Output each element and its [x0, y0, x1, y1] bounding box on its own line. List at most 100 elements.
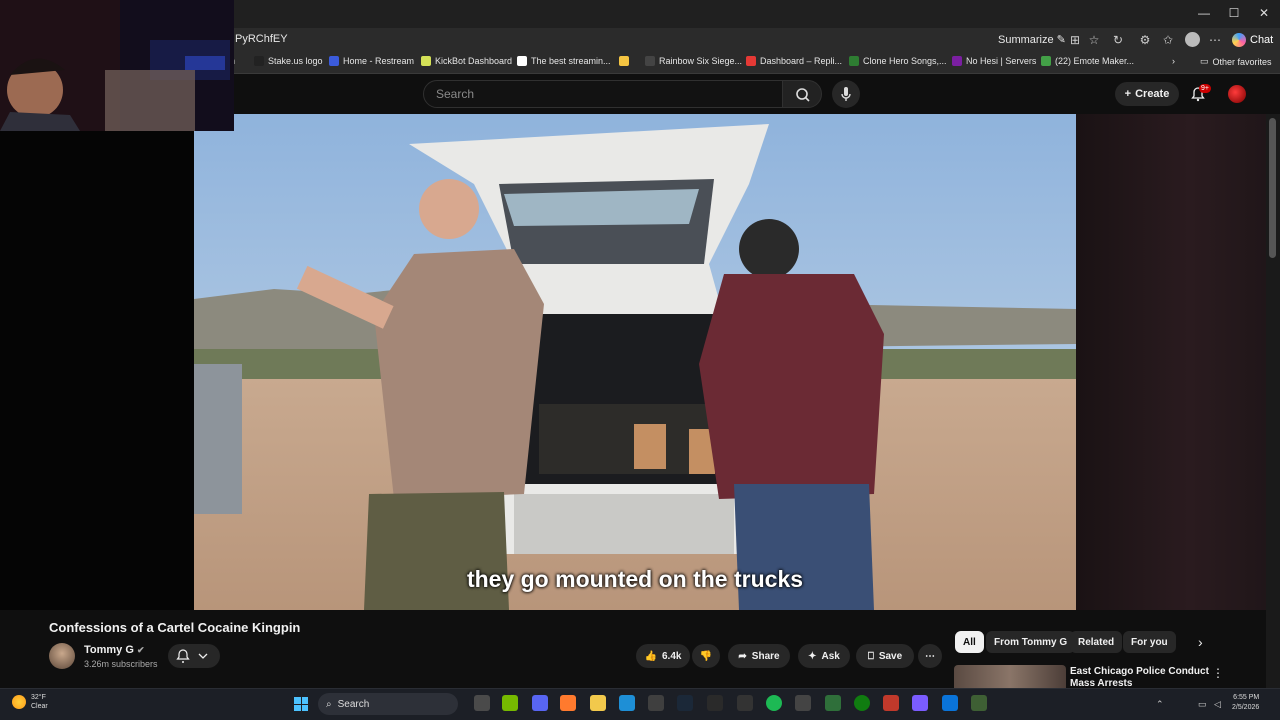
subscription-notifications-button[interactable]	[168, 644, 220, 668]
bell-chevron-icon	[176, 649, 208, 663]
bookmark-label: Clone Hero Songs,...	[863, 56, 947, 66]
taskbar-search[interactable]: ⌕ Search	[318, 693, 458, 715]
more-actions-button[interactable]: ⋯	[918, 644, 942, 668]
close-button[interactable]: ✕	[1252, 6, 1276, 20]
edge-browser-icon[interactable]	[619, 695, 635, 711]
thumbs-down-icon: 👎	[699, 650, 713, 662]
recommendation-title[interactable]: East Chicago Police Conduct Mass Arrests	[1070, 666, 1210, 688]
nvidia-app-icon[interactable]	[502, 695, 518, 711]
chip-all[interactable]: All	[955, 631, 984, 653]
recommendation-thumbnail[interactable]	[954, 665, 1066, 688]
verified-check-icon: ✔	[136, 645, 145, 655]
share-button[interactable]: ➦ Share	[728, 644, 790, 668]
bookmark-item[interactable]: (22) Emote Maker...	[1041, 56, 1134, 66]
bookmark-favicon	[952, 56, 962, 66]
video-caption: they go mounted on the trucks	[466, 566, 804, 592]
clock-date: 2/5/2026	[1232, 704, 1260, 711]
weather-widget[interactable]: 32°F Clear	[12, 693, 48, 711]
profile-avatar[interactable]	[1185, 32, 1200, 47]
bookmark-item[interactable]: Rainbow Six Siege...	[645, 56, 742, 66]
clock-time: 6:55 PM	[1233, 694, 1260, 701]
like-button[interactable]: 👍 6.4k	[636, 644, 690, 668]
notifications-badge: 9+	[1199, 84, 1211, 93]
windows-start-icon[interactable]	[294, 697, 308, 711]
pinned-b-app-icon[interactable]	[825, 695, 841, 711]
bookmark-label: Stake.us logo	[268, 56, 323, 66]
more-menu-icon[interactable]: ⋯	[1208, 33, 1222, 47]
bookmark-item[interactable]: Dashboard – Repli...	[746, 56, 842, 66]
channel-avatar[interactable]	[49, 643, 75, 669]
create-button[interactable]: + Create	[1115, 82, 1179, 106]
search-input[interactable]	[436, 87, 766, 101]
dislike-button[interactable]: 👎	[692, 644, 720, 668]
bookmark-label: Home - Restream	[343, 56, 415, 66]
bookmark-item[interactable]: KickBot Dashboard	[421, 56, 512, 66]
refresh-icon[interactable]: ↻	[1111, 33, 1125, 47]
bookmarks-overflow-chevron-icon[interactable]: ›	[1172, 56, 1175, 66]
minimize-button[interactable]: —	[1192, 6, 1216, 20]
pinned-purple-app-icon[interactable]	[912, 695, 928, 711]
bookmark-item[interactable]: Stake.us logo	[254, 56, 323, 66]
favorites-icon[interactable]: ✩	[1161, 33, 1175, 47]
user-avatar[interactable]	[1228, 85, 1246, 103]
more-dots-icon: ⋯	[925, 650, 935, 662]
maximize-button[interactable]: ☐	[1222, 6, 1246, 20]
discord-app-icon[interactable]	[532, 695, 548, 711]
search-button[interactable]	[782, 80, 822, 108]
thumbs-up-icon: 👍	[644, 650, 657, 662]
url-text[interactable]: PyRChfEY	[235, 33, 288, 45]
bookmark-item[interactable]: The best streamin...	[517, 56, 611, 66]
pinned-green-app-icon[interactable]	[971, 695, 987, 711]
ask-button[interactable]: ✦ Ask	[798, 644, 850, 668]
settings-app-icon[interactable]	[737, 695, 753, 711]
screen: — ☐ ✕ PyRChfEY Summarize ✎ ⊞ ☆ ↻ ⚙ ✩ ⋯ C…	[0, 0, 1280, 720]
chip-related[interactable]: Related	[1070, 631, 1123, 653]
xbox-app-icon[interactable]	[854, 695, 870, 711]
steam-app-icon[interactable]	[677, 695, 693, 711]
taskbar-clock[interactable]: 6:55 PM 2/5/2026	[1232, 693, 1259, 713]
scrollbar-thumb[interactable]	[1269, 118, 1276, 258]
bookmark-item[interactable]	[619, 56, 629, 66]
bookmark-item[interactable]: Home - Restream	[329, 56, 414, 66]
spotify-app-icon[interactable]	[766, 695, 782, 711]
sun-weather-icon	[12, 695, 26, 709]
sparkle-icon: ✦	[808, 650, 817, 662]
store-app-icon[interactable]	[648, 695, 664, 711]
video-player[interactable]	[194, 114, 1076, 610]
copilot-chat-button[interactable]: Chat	[1232, 31, 1273, 49]
other-favorites[interactable]: ▭ Other favorites	[1200, 56, 1272, 67]
video-downloader-app-icon[interactable]	[795, 695, 811, 711]
left-letterbox	[0, 114, 194, 610]
chip-for-you[interactable]: For you	[1123, 631, 1176, 653]
bookmark-label: Dashboard – Repli...	[760, 56, 843, 66]
share-label: Share	[751, 650, 780, 662]
pinned-red-app-icon[interactable]	[883, 695, 899, 711]
volume-icon[interactable]: ◁	[1214, 699, 1221, 710]
file-explorer-icon[interactable]	[590, 695, 606, 711]
extensions-icon[interactable]: ⚙	[1138, 33, 1152, 47]
taskbar-search-icon: ⌕	[326, 698, 332, 710]
subscriber-count: 3.26m subscribers	[84, 659, 158, 669]
save-button[interactable]: ⎕ Save	[856, 644, 914, 668]
tray-chevron-icon[interactable]: ⌃	[1156, 699, 1164, 710]
channel-name[interactable]: Tommy G ✔	[84, 644, 145, 656]
weather-temp: 32°F	[31, 694, 46, 701]
bookmark-icon: ⎕	[867, 650, 874, 662]
split-screen-icon[interactable]: ⊞	[1068, 33, 1082, 47]
search-box[interactable]	[423, 80, 783, 108]
obs-app-icon[interactable]	[707, 695, 723, 711]
favorite-star-icon[interactable]: ☆	[1087, 33, 1101, 47]
chips-next-chevron-icon[interactable]: ›	[1198, 634, 1203, 650]
task-view-icon[interactable]	[474, 695, 490, 711]
recommendation-menu-icon[interactable]: ⋮	[1212, 666, 1224, 680]
voice-search-button[interactable]	[832, 80, 860, 108]
pinned-app-icon[interactable]	[560, 695, 576, 711]
pinned-blue-app-icon[interactable]	[942, 695, 958, 711]
network-icon[interactable]: ▭	[1198, 699, 1207, 710]
summarize-button[interactable]: Summarize ✎	[998, 33, 1066, 46]
bookmark-item[interactable]: No Hesi | Servers	[952, 56, 1036, 66]
bookmark-item[interactable]: Clone Hero Songs,...	[849, 56, 947, 66]
microphone-icon	[841, 87, 851, 101]
channel-name-label: Tommy G	[84, 644, 134, 656]
chip-from-channel[interactable]: From Tommy G	[986, 631, 1076, 653]
